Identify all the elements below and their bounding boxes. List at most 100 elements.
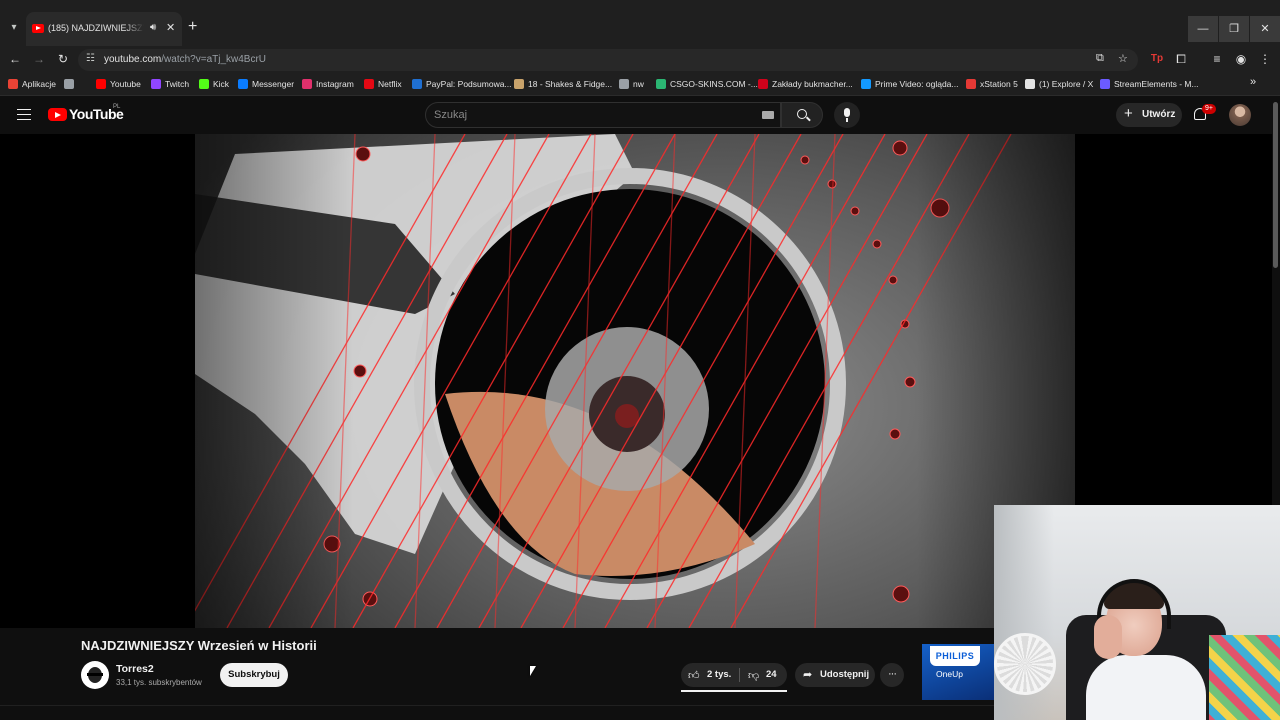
bookmark-item[interactable]: xStation 5 xyxy=(966,77,1018,91)
reload-icon[interactable]: ↻ xyxy=(54,50,72,68)
bookmark-item[interactable]: Netflix xyxy=(364,77,402,91)
window-close-button[interactable]: ✕ xyxy=(1250,16,1280,42)
webcam-person-shirt xyxy=(1086,655,1206,720)
voice-search-button[interactable] xyxy=(834,102,860,128)
youtube-favicon-icon xyxy=(32,24,44,33)
address-url[interactable]: youtube.com/watch?v=aTj_kw4BcrU xyxy=(104,54,266,65)
extensions-puzzle-icon[interactable]: ⧠ xyxy=(1172,50,1190,68)
window-restore-button[interactable]: ❐ xyxy=(1219,16,1249,42)
media-control-icon[interactable]: ≡ xyxy=(1208,50,1226,68)
notification-badge: 9+ xyxy=(1202,104,1216,114)
bookmark-item[interactable]: Aplikacje xyxy=(8,77,56,91)
bookmark-label: xStation 5 xyxy=(980,79,1018,89)
bookmark-item[interactable]: Instagram xyxy=(302,77,354,91)
bookmark-favicon-icon xyxy=(199,79,209,89)
country-code: PL xyxy=(113,104,121,110)
bookmark-label: nw xyxy=(633,79,644,89)
bookmark-item[interactable]: CSGO-SKINS.COM -... xyxy=(656,77,758,91)
bookmark-label: (1) Explore / X xyxy=(1039,79,1094,89)
search-box[interactable] xyxy=(425,102,781,128)
bookmark-item[interactable]: Kick xyxy=(199,77,229,91)
window-minimize-button[interactable]: — xyxy=(1188,16,1218,42)
bookmarks-overflow-icon[interactable]: » xyxy=(1250,76,1256,88)
plus-icon: + xyxy=(1124,105,1133,122)
like-count[interactable]: 2 tys. xyxy=(707,669,731,680)
back-icon[interactable]: ← xyxy=(6,50,24,68)
browser-tab[interactable]: (185) NAJDZIWNIEJSZY Wrzesień w Historii… xyxy=(26,12,182,46)
keyboard-icon[interactable] xyxy=(762,111,774,119)
menu-icon[interactable] xyxy=(17,109,31,120)
channel-avatar[interactable] xyxy=(81,661,109,689)
bookmark-label: Prime Video: ogląda... xyxy=(875,79,959,89)
dislike-count[interactable]: 24 xyxy=(766,669,777,680)
bookmark-label: Zakłady bukmacher... xyxy=(772,79,853,89)
bookmark-item[interactable]: 18 - Shakes & Fidge... xyxy=(514,77,612,91)
create-button[interactable]: + Utwórz xyxy=(1116,103,1182,127)
thumb-down-icon[interactable]: 👎︎ xyxy=(748,669,759,682)
bookmark-favicon-icon xyxy=(8,79,18,89)
scrollbar-thumb[interactable] xyxy=(1273,102,1278,268)
subscribe-button[interactable]: Subskrybuj xyxy=(220,663,288,687)
bookmark-label: Messenger xyxy=(252,79,295,89)
mouse-cursor-icon xyxy=(530,666,536,676)
bookmark-label: 18 - Shakes & Fidge... xyxy=(528,79,613,89)
youtube-header: YouTube PL + Utwórz 9+ xyxy=(0,96,1280,134)
webcam-blanket xyxy=(1209,635,1280,720)
create-label: Utwórz xyxy=(1142,109,1176,120)
bookmark-item[interactable]: Prime Video: ogląda... xyxy=(861,77,958,91)
bookmark-label: Instagram xyxy=(316,79,354,89)
bookmark-item[interactable]: Twitch xyxy=(151,77,189,91)
bookmark-item[interactable]: Zakłady bukmacher... xyxy=(758,77,853,91)
site-info-icon[interactable]: ☷ xyxy=(86,53,95,64)
search-icon xyxy=(797,109,807,119)
search-button[interactable] xyxy=(781,102,823,128)
bookmark-favicon-icon xyxy=(619,79,629,89)
profile-icon[interactable]: ◉ xyxy=(1232,50,1250,68)
ad-brand: PHILIPS xyxy=(930,646,980,666)
account-avatar[interactable] xyxy=(1229,104,1251,126)
bookmark-item[interactable]: StreamElements - M... xyxy=(1100,77,1199,91)
bookmark-favicon-icon xyxy=(238,79,248,89)
bookmark-item[interactable]: PayPal: Podsumowa... xyxy=(412,77,512,91)
sponsored-ad-card[interactable]: PHILIPS OneUp xyxy=(922,644,994,700)
video-frame xyxy=(195,134,1075,628)
browser-tab-bar: ▾ (185) NAJDZIWNIEJSZY Wrzesień w Histor… xyxy=(0,0,1280,46)
bookmark-item[interactable]: Messenger xyxy=(238,77,294,91)
bookmark-item[interactable]: Youtube xyxy=(96,77,141,91)
bookmark-favicon-icon xyxy=(1100,79,1110,89)
install-app-icon[interactable]: ⧉ xyxy=(1096,52,1104,65)
bookmark-favicon-icon xyxy=(412,79,422,89)
extension-tp-icon[interactable]: Tp xyxy=(1148,50,1166,68)
thumb-up-icon[interactable]: 👍︎ xyxy=(688,669,700,682)
bookmark-item[interactable]: nw xyxy=(619,77,644,91)
share-button[interactable]: ➦ Udostępnij xyxy=(795,663,875,687)
bookmark-favicon-icon xyxy=(151,79,161,89)
bookmark-favicon-icon xyxy=(656,79,666,89)
speaker-icon[interactable]: 🔊︎ xyxy=(150,22,156,33)
bookmark-star-icon[interactable]: ☆ xyxy=(1118,52,1128,65)
bookmark-favicon-icon xyxy=(364,79,374,89)
like-underline xyxy=(681,690,787,692)
search-input[interactable] xyxy=(434,107,734,123)
bookmark-label: StreamElements - M... xyxy=(1114,79,1199,89)
forward-icon[interactable]: → xyxy=(30,50,48,68)
video-title: NAJDZIWNIEJSZY Wrzesień w Historii xyxy=(81,638,317,653)
bookmark-favicon-icon xyxy=(302,79,312,89)
like-dislike-pill: 👍︎ 2 tys. 👎︎ 24 xyxy=(681,663,787,687)
address-bar[interactable]: ☷ youtube.com/watch?v=aTj_kw4BcrU ⧉ ☆ xyxy=(78,49,1138,71)
webcam-overlay xyxy=(994,505,1280,720)
tab-close-icon[interactable]: ✕ xyxy=(166,21,175,34)
bookmark-item[interactable]: (1) Explore / X xyxy=(1025,77,1093,91)
more-actions-button[interactable]: ··· xyxy=(880,663,904,687)
bookmark-favicon-icon xyxy=(758,79,768,89)
bookmarks-bar: Aplikacje Youtube Twitch Kick Messenger Insta… xyxy=(0,72,1280,96)
channel-name[interactable]: Torres2 xyxy=(116,663,154,675)
bookmark-favicon-icon xyxy=(64,79,74,89)
url-path: /watch?v=aTj_kw4BcrU xyxy=(161,54,267,65)
share-label: Udostępnij xyxy=(820,669,870,680)
browser-menu-icon[interactable]: ⋮ xyxy=(1256,50,1274,68)
tab-search-icon[interactable]: ▾ xyxy=(6,20,22,36)
bookmark-item[interactable] xyxy=(64,77,78,91)
new-tab-button[interactable]: + xyxy=(188,19,197,35)
youtube-logo-icon[interactable] xyxy=(48,108,67,121)
